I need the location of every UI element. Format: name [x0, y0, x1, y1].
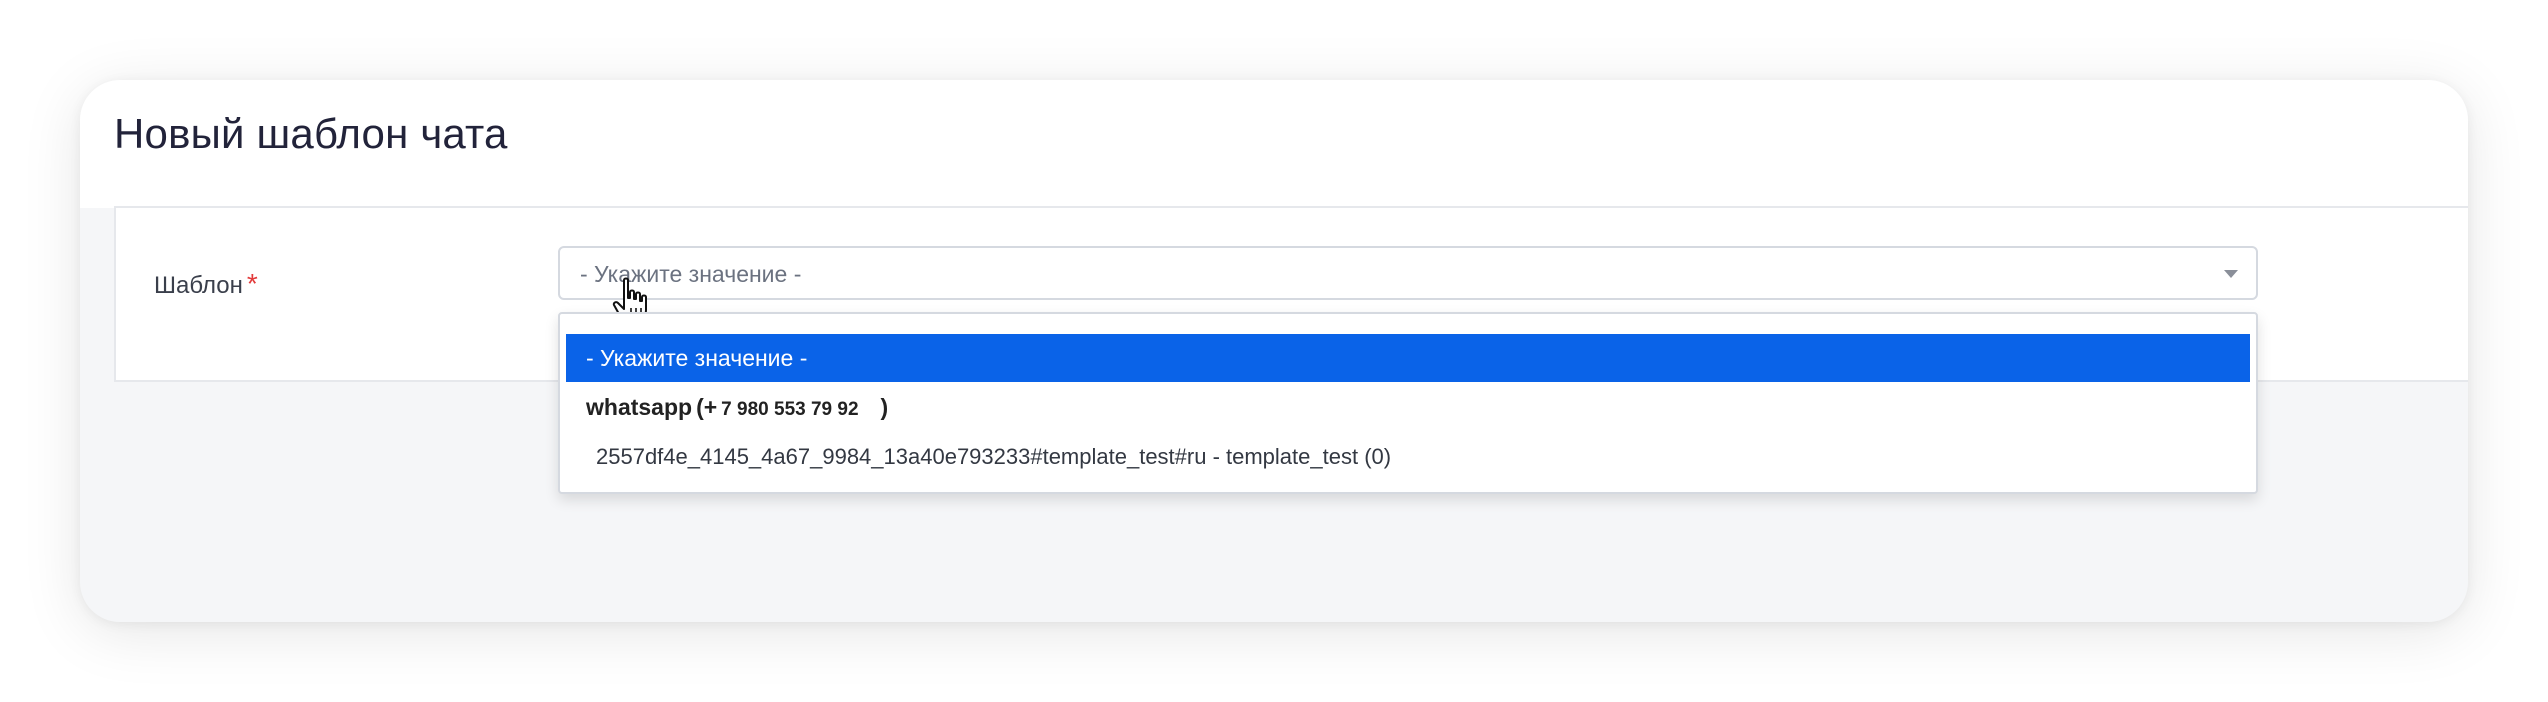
chevron-down-icon[interactable]	[2224, 270, 2238, 278]
option-template-test[interactable]: 2557df4e_4145_4a67_9984_13a40e793233#tem…	[596, 444, 1391, 470]
optgroup-open-paren: (+	[696, 394, 718, 420]
template-field-label: Шаблон *	[154, 268, 258, 300]
page-card: Новый шаблон чата Шаблон * - Укажите знач…	[80, 80, 2468, 622]
template-field-label-text: Шаблон	[154, 272, 243, 299]
required-star: *	[246, 268, 258, 299]
optgroup-close-paren: )	[880, 394, 889, 420]
option-placeholder-selected[interactable]: - Укажите значение -	[566, 334, 2250, 382]
template-select[interactable]: - Укажите значение -	[558, 246, 2258, 323]
optgroup-name: whatsapp	[586, 394, 693, 420]
card-header: Новый шаблон чата	[80, 80, 2468, 208]
page-title: Новый шаблон чата	[114, 110, 508, 157]
optgroup-phone: 7 980 553 79 92	[721, 399, 859, 420]
template-dropdown-list: - Укажите значение - whatsapp (+ 7 980 553…	[558, 312, 2258, 494]
optgroup-whatsapp: whatsapp (+ 7 980 553 79 92)	[586, 394, 888, 421]
